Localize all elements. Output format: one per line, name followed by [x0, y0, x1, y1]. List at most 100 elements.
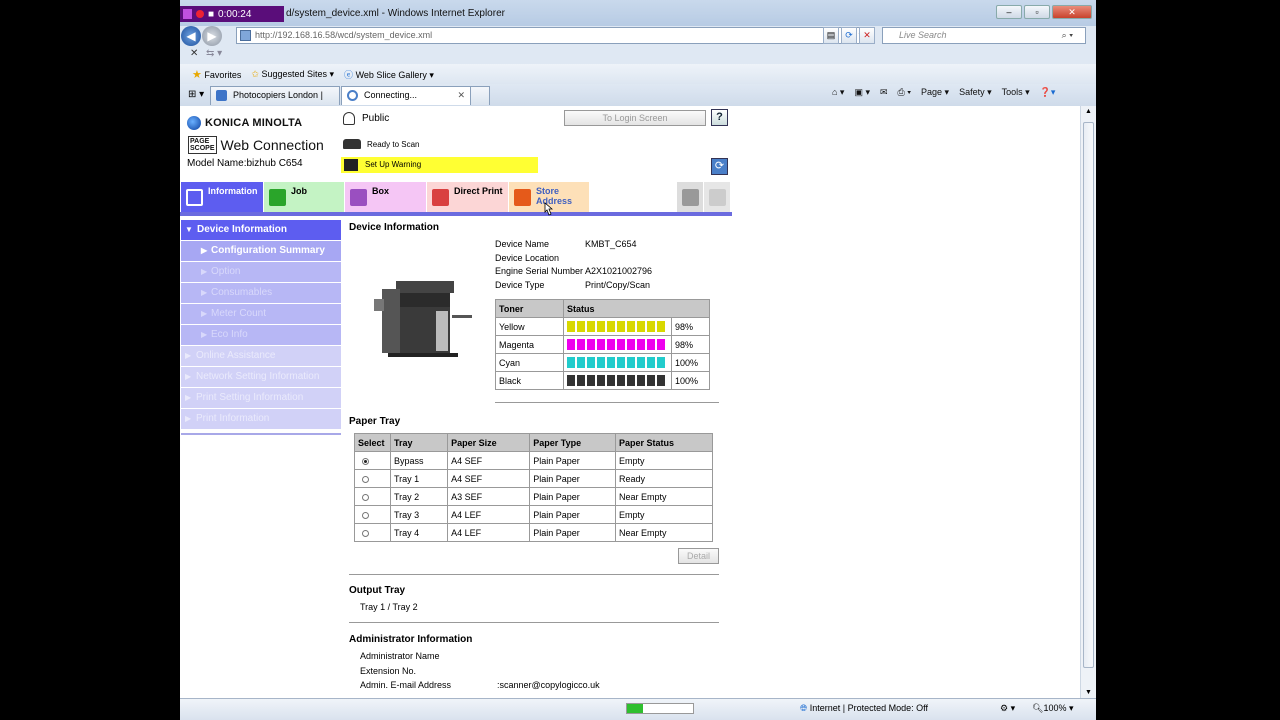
page-icon	[240, 30, 251, 41]
toner-segment	[647, 321, 655, 332]
safety-menu[interactable]: Safety ▾	[959, 87, 992, 98]
back-button[interactable]: ◀	[181, 26, 201, 46]
tray-status: Near Empty	[614, 523, 714, 542]
toner-segment	[607, 339, 615, 350]
command-row: ✕ ⇆ ▾	[180, 46, 1096, 64]
screen-recorder-widget[interactable]: ■ 0:00:24	[180, 6, 284, 22]
add-favorite-icon: ✩	[251, 68, 259, 79]
tab-photocopiers[interactable]: Photocopiers London | Ph...	[210, 86, 340, 117]
toner-segment	[657, 321, 665, 332]
tray-radio[interactable]	[362, 511, 369, 519]
protected-mode-icon[interactable]: ⚙ ▾	[1000, 703, 1015, 714]
close-tab-icon[interactable]: ✕	[457, 87, 465, 104]
tray-radio[interactable]	[362, 475, 369, 483]
toner-percent: 98%	[671, 317, 710, 336]
page-menu[interactable]: Page ▾	[921, 87, 949, 98]
tray-size: A3 SEF	[447, 487, 531, 506]
tray-radio[interactable]	[362, 457, 369, 465]
close-icon[interactable]: ✕	[190, 48, 198, 59]
user-icon	[343, 112, 355, 125]
toner-segment	[607, 321, 615, 332]
tab-information[interactable]: Information	[181, 182, 263, 212]
tray-type: Plain Paper	[529, 523, 616, 542]
tab-job[interactable]: Job	[264, 182, 344, 212]
triangle-right-icon: ▶	[185, 393, 192, 402]
refresh-status-button[interactable]: ⟳	[711, 158, 728, 175]
scroll-down-icon[interactable]: ▼	[1085, 689, 1092, 696]
login-screen-button[interactable]: To Login Screen	[564, 110, 706, 126]
toner-level-bar	[563, 353, 672, 372]
quick-tabs-icon[interactable]: ⊞ ▾	[188, 89, 204, 100]
suggested-sites-link[interactable]: ✩ Suggested Sites ▾	[251, 69, 334, 80]
status-col-header: Status	[563, 299, 710, 318]
sidebar-network-setting-information[interactable]: ▶ Network Setting Information	[181, 367, 341, 387]
sidebar-item-option[interactable]: ▶ Option	[181, 262, 341, 282]
tray-radio[interactable]	[362, 493, 369, 501]
triangle-right-icon: ▶	[185, 372, 192, 381]
feeds-icon[interactable]: ▣ ▾	[854, 87, 870, 98]
sidebar-print-setting-information[interactable]: ▶ Print Setting Information	[181, 388, 341, 408]
tray-select-cell	[354, 523, 391, 542]
tab-settings[interactable]	[677, 182, 703, 212]
print-icon[interactable]: ⎙ ▾	[898, 87, 911, 98]
search-input[interactable]: Live Search ⌕ ▾	[882, 27, 1086, 44]
tray-status: Empty	[614, 505, 714, 524]
tab-row: ⊞ ▾ Photocopiers London | Ph... Connecti…	[180, 84, 1096, 117]
sidebar-device-information[interactable]: ▼ Device Information	[181, 220, 341, 240]
refresh-button[interactable]: ⟳	[841, 27, 857, 44]
stop-icon[interactable]: ■	[208, 9, 214, 20]
zoom-control[interactable]: 🔍︎100% ▾	[1032, 703, 1074, 714]
paper-tray-row: Tray 1 A4 SEF Plain Paper Ready	[354, 469, 714, 488]
web-slice-gallery-link[interactable]: ⓔ Web Slice Gallery ▾	[344, 68, 434, 81]
tab-maintenance[interactable]	[704, 182, 730, 212]
triangle-right-icon: ▶	[185, 351, 192, 360]
tools-menu[interactable]: Tools ▾	[1002, 87, 1030, 98]
tray-tray: Tray 3	[389, 505, 449, 524]
sidebar-online-assistance[interactable]: ▶ Online Assistance	[181, 346, 341, 366]
help-icon[interactable]: ❓▾	[1040, 87, 1056, 98]
maximize-button[interactable]: ▫	[1024, 5, 1050, 19]
tab-connecting[interactable]: Connecting... ✕	[341, 86, 471, 105]
help-button[interactable]: ?	[711, 109, 728, 126]
toner-percent: 100%	[671, 371, 710, 390]
stop-button[interactable]: ✕	[859, 27, 875, 44]
vertical-scrollbar[interactable]: ▲ ▼	[1080, 106, 1096, 698]
pause-icon[interactable]	[183, 9, 192, 19]
device-field-value: A2X1021002796	[585, 266, 653, 277]
close-window-button[interactable]: ✕	[1052, 5, 1092, 19]
zone-status[interactable]: 🌐︎ Internet | Protected Mode: Off	[800, 703, 928, 714]
mail-icon[interactable]: ✉	[880, 87, 888, 98]
scroll-thumb[interactable]	[1083, 122, 1094, 668]
address-input[interactable]: http://192.168.16.58/wcd/system_device.x…	[236, 27, 870, 44]
sidebar-print-information[interactable]: ▶ Print Information	[181, 409, 341, 429]
user-mode: Public	[343, 112, 389, 125]
tray-status: Near Empty	[614, 487, 714, 506]
compat-view-button[interactable]: ▤	[823, 27, 839, 44]
scroll-up-icon[interactable]: ▲	[1085, 108, 1092, 115]
search-icon[interactable]: ⌕ ▾	[1062, 28, 1073, 43]
star-icon: ★	[192, 68, 202, 81]
tab-direct-print[interactable]: Direct Print	[427, 182, 508, 212]
new-tab-button[interactable]	[470, 86, 490, 105]
tray-tray: Tray 2	[389, 487, 449, 506]
record-icon[interactable]	[196, 10, 204, 18]
favorites-button[interactable]: ★ Favorites	[192, 68, 241, 81]
minimize-button[interactable]: –	[996, 5, 1022, 19]
tab-box[interactable]: Box	[345, 182, 426, 212]
detail-button[interactable]: Detail	[678, 548, 719, 564]
convert-icon[interactable]: ⇆ ▾	[206, 48, 222, 59]
tray-radio[interactable]	[362, 529, 369, 537]
sidebar-item-consumables[interactable]: ▶ Consumables	[181, 283, 341, 303]
sidebar-item-configuration-summary[interactable]: ▶ Configuration Summary	[181, 241, 341, 261]
warning-banner[interactable]: Set Up Warning	[341, 157, 538, 173]
toner-segment	[597, 339, 605, 350]
toner-row: Magenta 98%	[495, 335, 710, 354]
toner-percent: 100%	[671, 353, 710, 372]
home-icon[interactable]: ⌂ ▾	[832, 87, 844, 98]
forward-button[interactable]: ▶	[202, 26, 222, 46]
toner-segment	[617, 357, 625, 368]
sidebar-item-eco-info[interactable]: ▶ Eco Info	[181, 325, 341, 345]
toner-name: Magenta	[495, 335, 564, 354]
sidebar-item-meter-count[interactable]: ▶ Meter Count	[181, 304, 341, 324]
output-tray-heading: Output Tray	[349, 585, 406, 596]
